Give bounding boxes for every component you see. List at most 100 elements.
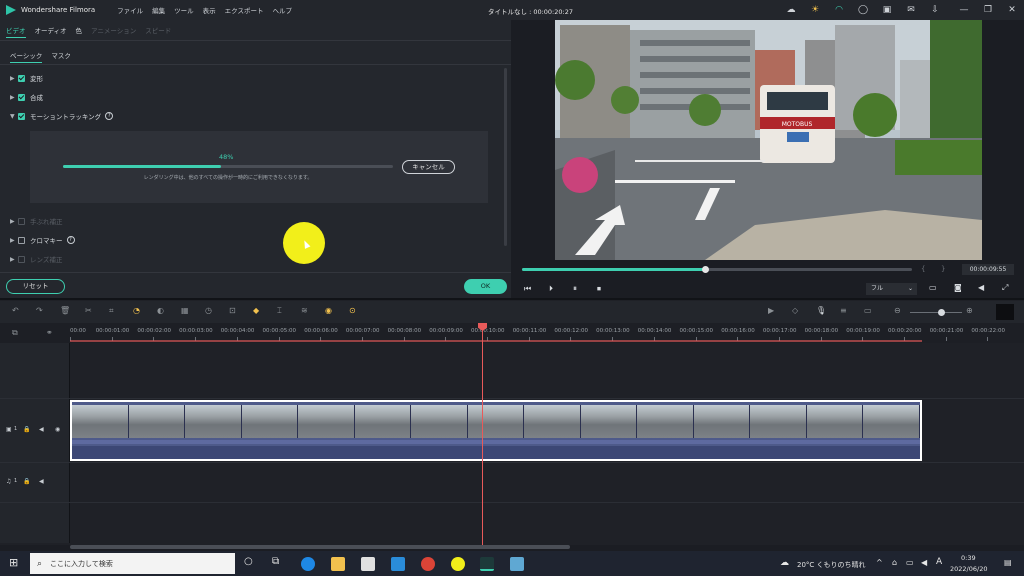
menu-help[interactable]: ヘルプ	[272, 5, 292, 15]
undo-icon[interactable]: ↶	[12, 306, 19, 315]
split-icon[interactable]: ⌶	[277, 306, 282, 316]
chrome-icon[interactable]	[421, 557, 435, 571]
delete-icon[interactable]: 🗑	[60, 306, 70, 315]
snapshot-icon[interactable]: ◙	[954, 283, 962, 292]
cancel-button[interactable]: キャンセル	[402, 160, 455, 174]
section-transform[interactable]: ▶ 変形	[10, 73, 43, 83]
windows-start-icon[interactable]: ⊞	[9, 557, 18, 569]
subtab-basic[interactable]: ベーシック	[10, 50, 43, 63]
clock-time[interactable]: 0:39	[961, 554, 976, 562]
clock-date[interactable]: 2022/06/20	[950, 565, 987, 573]
section-chroma-key[interactable]: ▶ クロマキー ?	[10, 235, 75, 245]
mixer-icon[interactable]: ≡	[840, 306, 847, 315]
panel-scrollbar[interactable]	[504, 68, 507, 246]
edge-icon[interactable]	[301, 557, 315, 571]
cursor-tool-icon[interactable]	[451, 557, 465, 571]
tab-audio[interactable]: オーディオ	[35, 25, 67, 38]
filmora-taskbar-icon[interactable]	[480, 557, 494, 571]
caption-icon[interactable]: ▭	[864, 306, 872, 315]
microphone-icon[interactable]: 🎙	[816, 306, 826, 315]
zoom-slider-handle[interactable]	[938, 309, 945, 316]
previous-frame-icon[interactable]: ⏮	[524, 284, 531, 294]
chevron-up-icon[interactable]: ^	[876, 558, 883, 567]
mark-in-icon[interactable]: {	[921, 265, 925, 273]
cut-icon[interactable]: ✂	[85, 306, 92, 315]
play-step-icon[interactable]: ⏵	[549, 284, 553, 294]
duration-icon[interactable]: ◷	[205, 306, 212, 315]
download-icon[interactable]: ⇩	[928, 3, 942, 17]
menu-tools[interactable]: ツール	[174, 5, 194, 15]
color-icon[interactable]: ◐	[157, 306, 164, 315]
eye-icon[interactable]: ◉	[55, 426, 60, 433]
weather-icon[interactable]: ☁	[780, 558, 789, 568]
subtab-mask[interactable]: マスク	[51, 50, 71, 63]
file-explorer-icon[interactable]	[331, 557, 345, 571]
tab-animation[interactable]: アニメーション	[91, 25, 136, 38]
motion-tracking-checkbox[interactable]	[18, 112, 25, 120]
speaker-icon[interactable]: ◀	[39, 426, 44, 433]
keyboard-icon[interactable]: ▭	[906, 558, 914, 567]
render-icon[interactable]: ▶	[768, 306, 774, 315]
keyframe-icon[interactable]: ◆	[253, 306, 259, 315]
mosaic-icon[interactable]: ▦	[181, 306, 189, 315]
mark-out-icon[interactable]: }	[941, 265, 945, 273]
stop-icon[interactable]: ⏹	[597, 284, 601, 294]
zoom-in-icon[interactable]: ⊕	[966, 306, 973, 315]
menu-export[interactable]: エクスポート	[225, 5, 264, 15]
weather-text[interactable]: 20°C くもりのち晴れ	[797, 560, 866, 570]
help-icon[interactable]: ?	[105, 112, 114, 120]
save-icon[interactable]: ▣	[880, 3, 894, 17]
fit-icon[interactable]: ⊡	[229, 306, 236, 315]
redo-icon[interactable]: ↷	[36, 306, 43, 315]
lock-icon[interactable]: 🔒	[23, 426, 30, 433]
minimize-icon[interactable]: —	[957, 3, 971, 17]
speaker-icon[interactable]: ◀	[39, 478, 44, 485]
cortana-icon[interactable]: ○	[244, 556, 253, 567]
tab-video[interactable]: ビデオ	[6, 25, 26, 38]
close-icon[interactable]: ✕	[1005, 3, 1019, 17]
ok-button[interactable]: OK	[464, 279, 507, 294]
menu-view[interactable]: 表示	[203, 5, 216, 15]
mail-app-icon[interactable]	[391, 557, 405, 571]
volume-icon[interactable]: ◀	[978, 283, 984, 292]
headset-icon[interactable]: ◠	[832, 3, 846, 17]
help-icon[interactable]: ?	[66, 236, 75, 244]
monitor-icon[interactable]: ▭	[929, 283, 937, 292]
video-clip[interactable]	[70, 400, 922, 461]
timeline-scrollbar[interactable]	[70, 545, 570, 549]
pause-icon[interactable]: ⏸	[573, 284, 577, 294]
lock-icon[interactable]: 🔒	[23, 478, 30, 485]
task-view-icon[interactable]: ⧉	[272, 556, 279, 567]
restore-icon[interactable]: ❐	[981, 3, 995, 17]
zoom-out-icon[interactable]: ⊖	[894, 306, 901, 315]
menu-edit[interactable]: 編集	[152, 5, 165, 15]
mail-icon[interactable]: ✉	[904, 3, 918, 17]
motion-tracking-icon[interactable]: ◉	[325, 306, 332, 315]
reset-button[interactable]: リセット	[6, 279, 65, 294]
tab-color[interactable]: 色	[76, 25, 83, 38]
lightbulb-icon[interactable]: ☀	[808, 3, 822, 17]
section-motion-tracking[interactable]: ▼ モーショントラッキング ?	[10, 111, 114, 121]
network-icon[interactable]: ⌂	[892, 558, 897, 567]
ime-indicator[interactable]: A	[936, 557, 942, 567]
section-compositing[interactable]: ▶ 合成	[10, 92, 43, 102]
app-taskbar-icon[interactable]	[510, 557, 524, 571]
shield-icon[interactable]: ◇	[792, 306, 798, 315]
add-track-icon[interactable]: ⧉	[12, 328, 18, 338]
preview-progress-track[interactable]	[522, 268, 912, 271]
taskbar-search[interactable]: ⌕ ここに入力して検索	[30, 553, 235, 574]
notification-icon[interactable]: ▤	[1004, 558, 1012, 567]
quality-select[interactable]: フル ⌄	[866, 283, 917, 295]
auto-icon[interactable]: ⊙	[349, 306, 356, 315]
layout-toggle[interactable]	[996, 304, 1014, 320]
user-icon[interactable]: ◯	[856, 3, 870, 17]
transform-checkbox[interactable]	[18, 74, 25, 82]
cloud-icon[interactable]: ☁	[784, 3, 798, 17]
audio-wave-icon[interactable]: ≋	[301, 306, 308, 315]
zoom-slider[interactable]	[910, 312, 962, 313]
crop-icon[interactable]: ⌗	[109, 306, 114, 316]
speed-icon[interactable]: ◔	[133, 306, 140, 315]
volume-tray-icon[interactable]: ◀	[921, 558, 927, 567]
store-icon[interactable]	[361, 557, 375, 571]
chroma-key-checkbox[interactable]	[18, 236, 25, 244]
